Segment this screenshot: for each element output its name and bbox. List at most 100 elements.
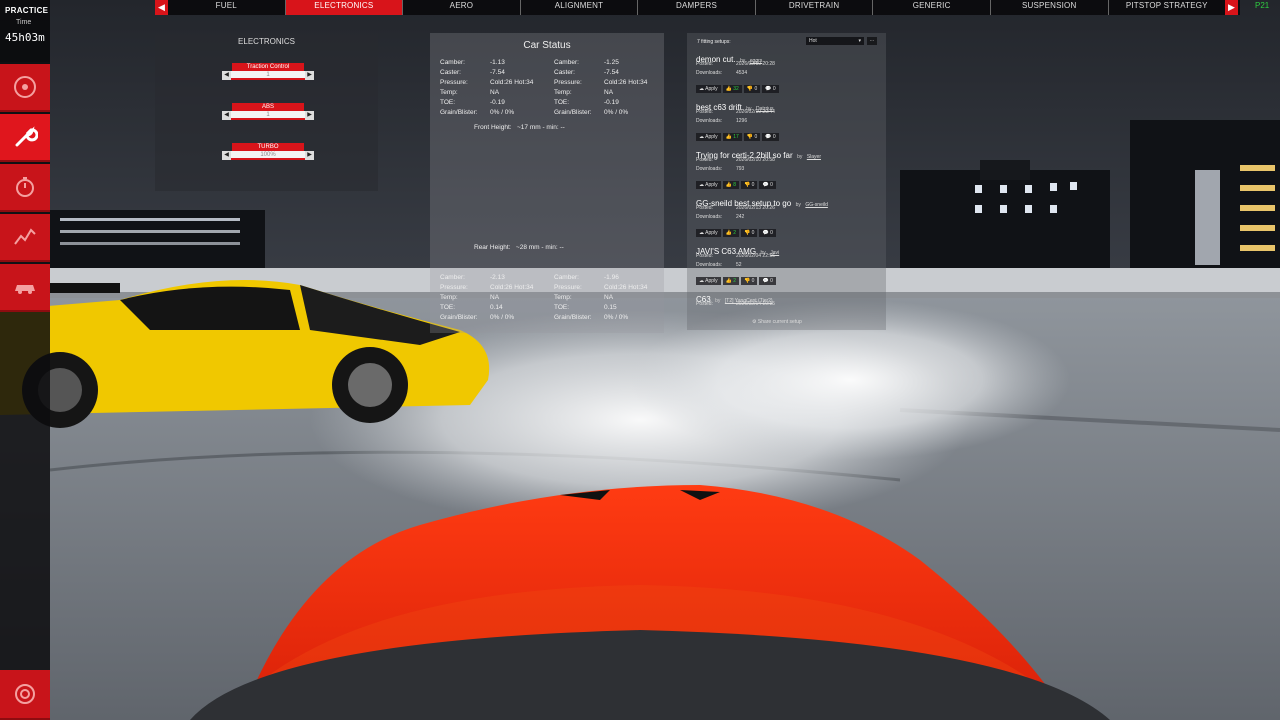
setup-comments-button[interactable]: 💬 0 xyxy=(762,133,779,141)
comment-icon: 💬 xyxy=(765,86,772,92)
session-info: PRACTICE Time 45h03m xyxy=(0,0,50,62)
setup-posted: Posted: 2026/02/10 20:58 xyxy=(696,157,775,163)
abs-label: ABS xyxy=(232,103,304,111)
tab-dampers[interactable]: DAMPERS xyxy=(638,0,756,15)
setup-entry[interactable]: best c63 drift by Datrrius Posted: 2026/02… xyxy=(696,97,876,145)
setup-dislike-button[interactable]: 👎 0 xyxy=(741,229,758,237)
cloud-download-icon: ☁ xyxy=(699,278,704,284)
traction-control-decrease[interactable]: ◀ xyxy=(222,71,231,80)
tab-pitstop-strategy[interactable]: PITSTOP STRATEGY xyxy=(1109,0,1226,15)
setup-comments-button[interactable]: 💬 0 xyxy=(759,229,776,237)
tab-generic[interactable]: GENERIC xyxy=(873,0,991,15)
setup-apply-button[interactable]: ☁ Apply xyxy=(696,133,721,141)
car-status-title: Car Status xyxy=(523,40,571,51)
setup-by-label: by xyxy=(795,202,801,208)
setup-posted: Posted: 2026/02/13 20:26 xyxy=(696,205,775,211)
setup-comments-button[interactable]: 💬 0 xyxy=(759,277,776,285)
tab-aero[interactable]: AERO xyxy=(403,0,521,15)
session-time: 45h03m xyxy=(5,31,45,44)
thumbs-up-icon: 👍 xyxy=(725,86,732,92)
stopwatch-icon xyxy=(16,177,34,197)
wheel-rear-right: Camber: -1.96 Pressure: Cold:26 Hot:34 Tem… xyxy=(554,274,648,321)
tab-drivetrain[interactable]: DRIVETRAIN xyxy=(756,0,874,15)
setup-downloads: Downloads: 793 xyxy=(696,166,745,172)
setup-author-link[interactable]: GG-sneild xyxy=(805,202,828,208)
setups-count: 7 fitting setups: xyxy=(697,39,731,45)
turbo-decrease[interactable]: ◀ xyxy=(222,151,231,160)
turbo-label: TURBO xyxy=(232,143,304,151)
tab-electronics[interactable]: ELECTRONICS xyxy=(285,0,404,15)
cloud-download-icon: ☁ xyxy=(699,230,704,236)
tab-alignment[interactable]: ALIGNMENT xyxy=(521,0,639,15)
rear-height: Rear Height: ~28 mm - min: -- xyxy=(474,244,564,251)
car-status-panel: Car Status Camber: -1.13 Caster: -7.54 Pre… xyxy=(430,33,664,333)
sidebar-exit-button[interactable] xyxy=(0,670,50,720)
share-setup-button[interactable]: ⚙ Share current setup xyxy=(752,319,802,325)
setup-posted: Posted: 2026/02/14 10:15 xyxy=(696,301,775,307)
abs-increase[interactable]: ▶ xyxy=(305,111,314,120)
setup-like-button[interactable]: 👍 8 xyxy=(722,181,740,189)
tab-fuel[interactable]: FUEL xyxy=(168,0,286,15)
setup-posted: Posted: 2026/02/10 20:44 xyxy=(696,109,775,115)
setup-like-button[interactable]: 👍 2 xyxy=(722,229,740,237)
setup-apply-button[interactable]: ☁ Apply xyxy=(696,229,721,237)
setup-entry[interactable]: demon cut. by eggrs Posted: 2026/02/10 20:… xyxy=(696,49,876,97)
sidebar-setup-button[interactable] xyxy=(0,114,50,162)
sidebar-telemetry-button[interactable] xyxy=(0,214,50,262)
wheel-front-left: Camber: -1.13 Caster: -7.54 Pressure: Cold:… xyxy=(440,59,534,116)
app-sidebar xyxy=(0,62,50,720)
thumbs-up-icon: 👍 xyxy=(725,278,732,284)
chevron-left-icon: ◀ xyxy=(158,2,165,12)
traction-control-value: 1 xyxy=(231,71,305,80)
setup-downloads: Downloads: 52 xyxy=(696,262,742,268)
thumbs-down-icon: 👎 xyxy=(746,134,754,140)
setup-apply-button[interactable]: ☁ Apply xyxy=(696,85,721,93)
setup-by-label: by xyxy=(715,298,721,304)
shared-setups-panel: 7 fitting setups: Hot ▾ ... demon cut. by… xyxy=(687,33,886,330)
setups-sort-select[interactable]: Hot ▾ xyxy=(806,37,864,45)
setup-posted: Posted: 2026/02/10 20:28 xyxy=(696,61,775,67)
abs-value: 1 xyxy=(231,111,305,120)
setup-author-link[interactable]: Slayer xyxy=(807,154,821,160)
cloud-download-icon: ☁ xyxy=(699,182,704,188)
setup-dislike-button[interactable]: 👎 0 xyxy=(741,181,758,189)
setup-entry[interactable]: Trying for certi-2.2bill so far by Slaye… xyxy=(696,145,876,193)
setup-entry[interactable]: JAVI'S C63 AMG by Javi Posted: 2026/02/04 … xyxy=(696,241,876,289)
sidebar-drive-button[interactable] xyxy=(0,64,50,112)
setup-apply-button[interactable]: ☁ Apply xyxy=(696,277,721,285)
car-icon xyxy=(15,285,35,294)
setup-apply-button[interactable]: ☁ Apply xyxy=(696,181,721,189)
thumbs-down-icon: 👎 xyxy=(744,230,751,236)
setups-more-button[interactable]: ... xyxy=(867,37,877,45)
setup-comments-button[interactable]: 💬 0 xyxy=(759,181,776,189)
thumbs-down-icon: 👎 xyxy=(746,86,754,92)
traction-control-increase[interactable]: ▶ xyxy=(305,71,314,80)
turbo-increase[interactable]: ▶ xyxy=(305,151,314,160)
setup-comments-button[interactable]: 💬 0 xyxy=(762,85,779,93)
chevron-right-icon: ▶ xyxy=(1228,2,1235,12)
setup-entry[interactable]: GG-sneild best setup to go by GG-sneild P… xyxy=(696,193,876,241)
setup-dislike-button[interactable]: 👎 0 xyxy=(741,277,758,285)
nav-prev-button[interactable]: ◀ xyxy=(155,0,168,15)
setup-dislike-button[interactable]: 👎 0 xyxy=(743,85,761,93)
sidebar-timing-button[interactable] xyxy=(0,164,50,212)
setup-like-button[interactable]: 👍 17 xyxy=(722,133,742,141)
sidebar-garage-button[interactable] xyxy=(0,264,50,312)
setup-like-button[interactable]: 👍 32 xyxy=(722,85,742,93)
setup-entry[interactable]: C63 by [T2] YangCent (Tier2) Posted: 2026/… xyxy=(696,289,876,337)
thumbs-down-icon: 👎 xyxy=(744,182,751,188)
session-mode: PRACTICE xyxy=(5,6,49,15)
setup-like-button[interactable]: 👍 2 xyxy=(722,277,740,285)
cloud-download-icon: ☁ xyxy=(699,134,704,140)
chart-line-icon xyxy=(14,228,36,245)
thumbs-up-icon: 👍 xyxy=(725,230,732,236)
tab-suspension[interactable]: SUSPENSION xyxy=(991,0,1109,15)
thumbs-down-icon: 👎 xyxy=(744,278,751,284)
setup-posted: Posted: 2026/02/04 22:56 xyxy=(696,253,775,259)
nav-next-button[interactable]: ▶ xyxy=(1225,0,1238,15)
setup-downloads: Downloads: 4534 xyxy=(696,70,748,76)
abs-decrease[interactable]: ◀ xyxy=(222,111,231,120)
wrench-icon xyxy=(15,126,38,147)
setup-dislike-button[interactable]: 👎 0 xyxy=(743,133,761,141)
race-position: P21 xyxy=(1255,1,1270,10)
